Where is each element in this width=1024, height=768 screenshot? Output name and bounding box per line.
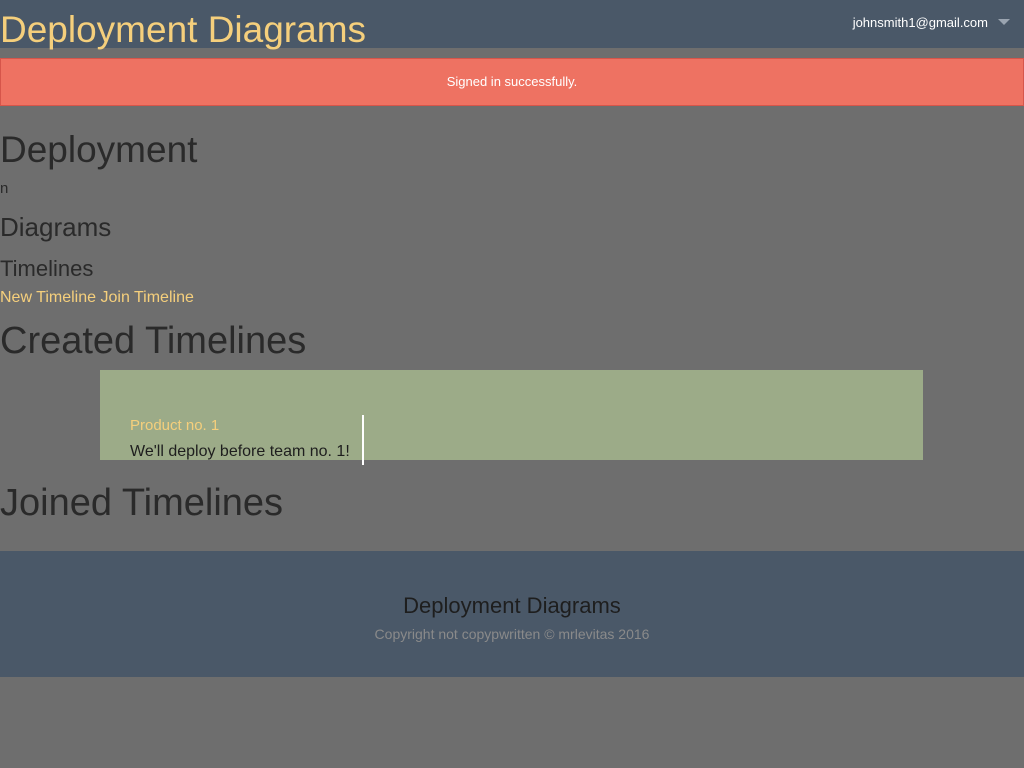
heading-deployment: Deployment xyxy=(0,129,198,170)
timeline-description: We'll deploy before team no. 1! xyxy=(130,443,350,460)
timeline-title-link[interactable]: Product no. 1 xyxy=(130,417,219,435)
top-navbar: Deployment Diagrams johnsmith1@gmail.com xyxy=(0,0,1024,50)
user-menu-dropdown[interactable]: johnsmith1@gmail.com xyxy=(853,14,1010,30)
created-timelines-list: Product no. 1 We'll deploy before team n… xyxy=(100,370,923,465)
footer-title: Deployment Diagrams xyxy=(403,593,621,618)
footer-copyright: Copyright not copypwritten © mrlevitas 2… xyxy=(374,626,650,642)
heading-created-timelines: Created Timelines xyxy=(0,320,307,362)
caret-down-icon[interactable] xyxy=(998,19,1010,25)
flash-message: Signed in successfully. xyxy=(0,58,1024,106)
brand-link[interactable]: Deployment Diagrams xyxy=(0,10,366,50)
heading-joined-timelines: Joined Timelines xyxy=(0,482,284,524)
user-email[interactable]: johnsmith1@gmail.com xyxy=(853,15,988,30)
join-timeline-link[interactable]: Join Timeline xyxy=(100,289,193,306)
heading-timelines: Timelines xyxy=(0,256,94,281)
stray-text: n xyxy=(0,180,9,197)
footer: Deployment Diagrams Copyright not copypw… xyxy=(0,551,1024,677)
heading-diagrams: Diagrams xyxy=(0,212,112,242)
timeline-actions: New Timeline Join Timeline xyxy=(0,288,194,308)
timeline-card[interactable]: Product no. 1 We'll deploy before team n… xyxy=(130,415,364,465)
new-timeline-link[interactable]: New Timeline xyxy=(0,289,96,306)
